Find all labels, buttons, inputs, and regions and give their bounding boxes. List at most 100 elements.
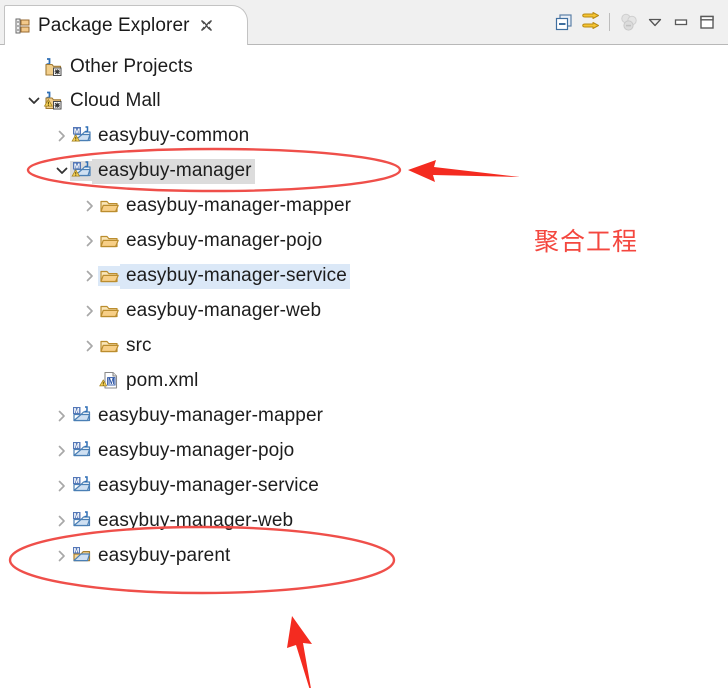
- tree-item-label: easybuy-manager-web: [98, 509, 294, 531]
- maven-project-icon: M: [70, 406, 92, 426]
- view-menu-button[interactable]: [642, 10, 668, 34]
- folder-icon: [99, 235, 119, 248]
- tree-item-easybuy-parent[interactable]: Measybuy-parent: [54, 541, 233, 571]
- tree-item-easybuy-manager-service[interactable]: easybuy-manager-service: [82, 261, 350, 291]
- folder-icon: [99, 200, 119, 213]
- tree-item-other-projects[interactable]: Other Projects: [26, 52, 196, 82]
- expand-toggle-collapsed[interactable]: [82, 233, 98, 249]
- maven-project-icon: M: [72, 406, 90, 422]
- expand-toggle-collapsed[interactable]: [82, 338, 98, 354]
- folder-icon: [98, 336, 120, 356]
- maven-project-icon: M: [72, 476, 90, 492]
- tree-item-easybuy-manager-mapper[interactable]: Measybuy-manager-mapper: [54, 401, 326, 431]
- svg-text:M: M: [73, 408, 79, 415]
- chevron-right-icon: [86, 200, 93, 212]
- expand-toggle-collapsed[interactable]: [54, 478, 70, 494]
- maven-folder-icon: M: [72, 547, 90, 562]
- working-set-warning-icon: [43, 91, 62, 110]
- collapse-all-button[interactable]: [551, 10, 577, 34]
- chevron-right-icon: [58, 445, 65, 457]
- package-explorer-icon: [15, 18, 31, 34]
- tree-item-cloud-mall[interactable]: Cloud Mall: [26, 86, 164, 116]
- link-editor-icon: [582, 12, 599, 29]
- tree-item-label: Other Projects: [70, 55, 193, 77]
- tree-item-easybuy-manager-pojo[interactable]: Measybuy-manager-pojo: [54, 436, 297, 466]
- tree-item-easybuy-manager-service[interactable]: Measybuy-manager-service: [54, 471, 322, 501]
- view-toolbar: [551, 9, 720, 35]
- tree-item-easybuy-manager-web[interactable]: easybuy-manager-web: [82, 296, 324, 326]
- folder-icon: [98, 301, 120, 321]
- expand-toggle-expanded[interactable]: [54, 163, 70, 179]
- tree-item-label: easybuy-manager: [92, 158, 255, 184]
- focus-on-active-task-button[interactable]: [616, 10, 642, 34]
- tree-item-label: easybuy-manager-service: [98, 474, 319, 496]
- folder-icon: [98, 196, 120, 216]
- svg-text:M: M: [73, 443, 79, 450]
- collapse-all-icon: [555, 14, 572, 31]
- maven-project-icon: M: [70, 476, 92, 496]
- tree-item-label: easybuy-manager-pojo: [98, 439, 295, 461]
- chevron-right-icon: [58, 130, 65, 142]
- tree-item-easybuy-manager-web[interactable]: Measybuy-manager-web: [54, 506, 296, 536]
- folder-icon: [99, 270, 119, 283]
- tree-item-label: easybuy-manager-web: [126, 299, 322, 321]
- maven-pom-warning-icon: M: [98, 371, 120, 391]
- tree-item-label: easybuy-manager-mapper: [98, 404, 324, 426]
- tree-item-src[interactable]: src: [82, 331, 155, 361]
- maven-pom-warning-icon: M: [98, 371, 117, 389]
- expand-toggle-collapsed[interactable]: [82, 303, 98, 319]
- chevron-right-icon: [58, 515, 65, 527]
- expand-toggle-empty: [82, 373, 98, 389]
- expand-toggle-collapsed[interactable]: [54, 513, 70, 529]
- close-icon[interactable]: [200, 19, 213, 32]
- maven-java-project-warning-icon: M: [70, 126, 91, 142]
- working-set-icon: [45, 58, 62, 76]
- expand-toggle-expanded[interactable]: [26, 93, 42, 109]
- expand-toggle-collapsed[interactable]: [82, 268, 98, 284]
- maven-project-icon: M: [70, 441, 92, 461]
- minimize-icon: [674, 19, 688, 26]
- expand-toggle-collapsed[interactable]: [54, 128, 70, 144]
- tree-item-label: easybuy-parent: [98, 544, 231, 566]
- tree-item-pom-xml[interactable]: Mpom.xml: [82, 366, 202, 396]
- tree-item-label: Cloud Mall: [70, 89, 161, 111]
- chevron-right-icon: [58, 480, 65, 492]
- svg-text:M: M: [73, 548, 79, 555]
- folder-icon: [98, 231, 120, 251]
- tab-package-explorer[interactable]: Package Explorer: [4, 5, 248, 45]
- tree-item-label: src: [126, 334, 152, 356]
- tree-item-easybuy-manager-mapper[interactable]: easybuy-manager-mapper: [82, 191, 354, 221]
- svg-text:M: M: [73, 161, 79, 170]
- maximize-icon: [700, 15, 714, 29]
- chevron-down-icon: [648, 18, 662, 27]
- tree-item-easybuy-common[interactable]: Measybuy-common: [54, 121, 252, 151]
- toolbar-separator: [609, 13, 610, 31]
- tree-item-easybuy-manager[interactable]: Measybuy-manager: [54, 156, 255, 186]
- working-set-warning-icon: [42, 91, 64, 111]
- chevron-right-icon: [86, 235, 93, 247]
- maximize-button[interactable]: [694, 10, 720, 34]
- maven-java-project-warning-icon: M: [70, 126, 92, 146]
- svg-text:M: M: [107, 377, 114, 386]
- maven-project-icon: M: [72, 511, 90, 527]
- tree-item-label: easybuy-manager-pojo: [126, 229, 323, 251]
- link-with-editor-button[interactable]: [577, 10, 603, 34]
- chevron-down-icon: [56, 167, 68, 174]
- folder-icon: [99, 340, 119, 353]
- svg-text:M: M: [73, 513, 79, 520]
- minimize-button[interactable]: [668, 10, 694, 34]
- folder-icon: [98, 266, 120, 286]
- tree-item-easybuy-manager-pojo[interactable]: easybuy-manager-pojo: [82, 226, 325, 256]
- tab-label: Package Explorer: [38, 14, 190, 36]
- expand-toggle-collapsed[interactable]: [54, 443, 70, 459]
- chevron-right-icon: [86, 340, 93, 352]
- maven-project-icon: M: [72, 441, 90, 457]
- chevron-down-icon: [28, 97, 40, 104]
- tree-item-label: easybuy-common: [98, 124, 250, 146]
- maven-folder-icon: M: [70, 546, 92, 566]
- project-tree[interactable]: Other Projects Cloud Mall Measybuy-common M…: [0, 46, 728, 688]
- package-explorer-view: Package Explorer Other Projects Cloud Ma…: [0, 0, 728, 688]
- expand-toggle-collapsed[interactable]: [82, 198, 98, 214]
- expand-toggle-collapsed[interactable]: [54, 548, 70, 564]
- expand-toggle-collapsed[interactable]: [54, 408, 70, 424]
